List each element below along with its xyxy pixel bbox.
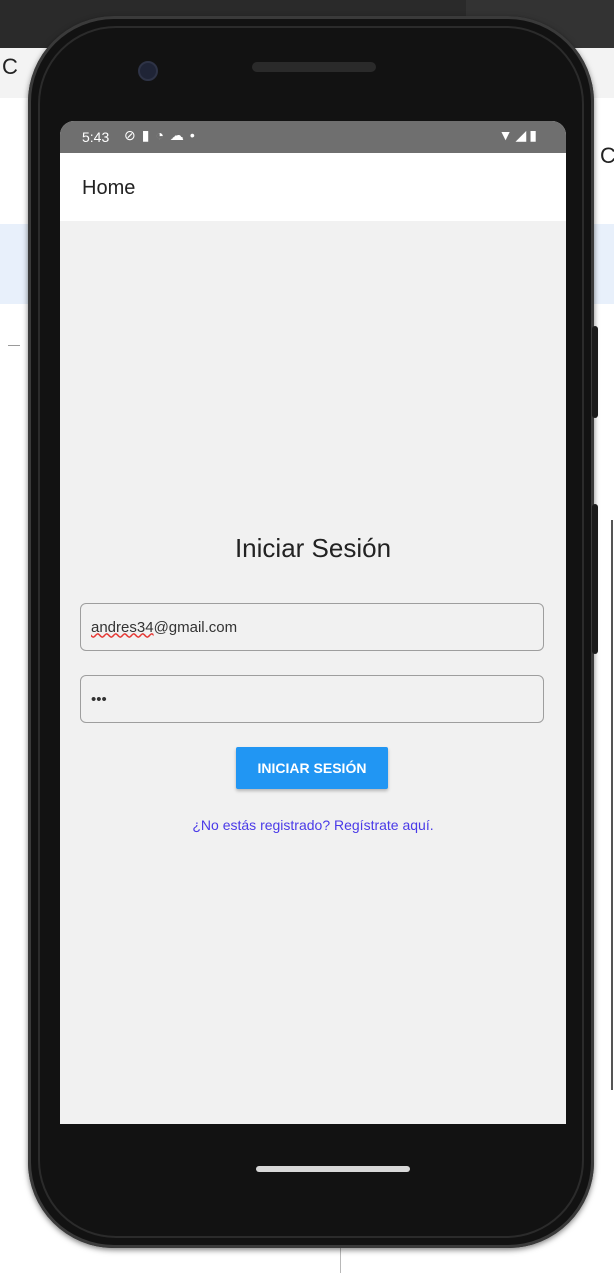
- email-domain-text: @gmail.com: [153, 618, 238, 636]
- earpiece-speaker: [252, 62, 376, 72]
- signal-icon: ◢: [515, 127, 530, 143]
- register-link[interactable]: ¿No estás registrado? Regístrate aquí.: [60, 817, 566, 833]
- battery-icon: ▮: [529, 127, 540, 143]
- password-field[interactable]: •••: [80, 675, 544, 723]
- password-masked-text: •••: [91, 690, 107, 708]
- status-left-icons: ⊘▮◔☁•: [124, 127, 201, 144]
- desktop-divider-bottom: [340, 1244, 341, 1273]
- phone-frame: 5:43 ⊘▮◔☁• ▼◢▮ Home Iniciar Sesión andre…: [28, 16, 598, 1248]
- desktop-left-letter: C: [2, 54, 18, 79]
- navigation-handle[interactable]: [256, 1166, 410, 1172]
- desktop-tick: [8, 345, 20, 346]
- wifi-icon: ▼: [498, 127, 516, 143]
- email-user-text: andres34: [91, 618, 154, 636]
- volume-button[interactable]: [592, 504, 598, 654]
- power-button[interactable]: [592, 326, 598, 418]
- status-time: 5:43: [82, 129, 110, 145]
- status-bar: 5:43 ⊘▮◔☁• ▼◢▮: [60, 121, 566, 153]
- desktop-divider: [611, 520, 613, 1090]
- front-camera-icon: [138, 61, 158, 81]
- dot-icon: •: [189, 127, 201, 143]
- cloud-icon: ☁: [169, 127, 190, 143]
- status-right-icons: ▼◢▮: [499, 127, 540, 144]
- sync-icon: ◔: [155, 127, 170, 143]
- app-screen: 5:43 ⊘▮◔☁• ▼◢▮ Home Iniciar Sesión andre…: [60, 121, 566, 1124]
- login-button[interactable]: INICIAR SESIÓN: [236, 747, 388, 789]
- sd-card-icon: ▮: [141, 127, 156, 143]
- app-bar: Home: [60, 153, 566, 221]
- shield-icon: ⊘: [124, 127, 142, 143]
- login-title: Iniciar Sesión: [234, 533, 392, 563]
- desktop-right-letter: C: [600, 143, 614, 168]
- email-field[interactable]: andres34 @gmail.com: [80, 603, 544, 651]
- page-title: Home: [82, 177, 136, 199]
